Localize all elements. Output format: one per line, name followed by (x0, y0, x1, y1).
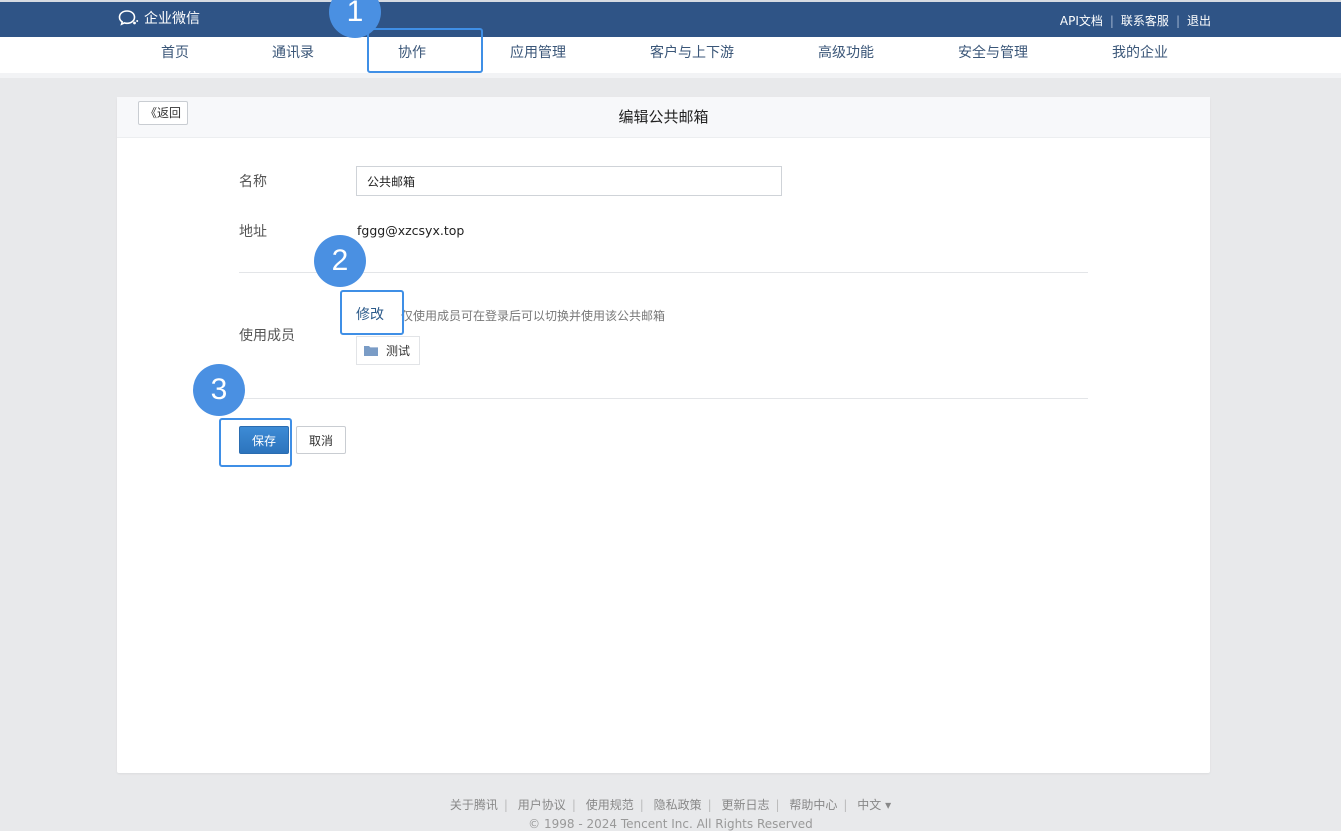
step-badge-3: 3 (193, 364, 245, 416)
separator: | (571, 798, 576, 812)
contact-support-link[interactable]: 联系客服 (1121, 12, 1169, 29)
nav-app-management[interactable]: 应用管理 (510, 37, 566, 73)
page-title: 编辑公共邮箱 (618, 108, 709, 126)
nav-my-company[interactable]: 我的企业 (1112, 37, 1168, 73)
nav-advanced[interactable]: 高级功能 (818, 37, 874, 73)
footer-privacy-link[interactable]: 隐私政策 (654, 798, 702, 812)
logout-link[interactable]: 退出 (1187, 12, 1211, 29)
members-label: 使用成员 (239, 328, 295, 344)
footer-rules-link[interactable]: 使用规范 (586, 798, 634, 812)
top-links: API文档 | 联系客服 | 退出 (1060, 12, 1211, 29)
separator: | (639, 798, 644, 812)
divider (239, 398, 1088, 399)
separator: | (775, 798, 780, 812)
name-input[interactable] (356, 166, 782, 196)
members-hint: 仅使用成员可在登录后可以切换并使用该公共邮箱 (401, 309, 666, 323)
name-label: 名称 (239, 174, 267, 190)
folder-icon (364, 346, 378, 356)
wecom-logo-icon (118, 10, 139, 26)
logo[interactable]: 企业微信 (118, 7, 200, 29)
card-header: 《返回 编辑公共邮箱 (117, 97, 1210, 138)
address-label: 地址 (239, 224, 267, 240)
member-tag[interactable]: 测试 (356, 336, 420, 365)
footer-about-link[interactable]: 关于腾讯 (450, 798, 498, 812)
nav-customers[interactable]: 客户与上下游 (650, 37, 734, 73)
highlight-collaboration (367, 28, 483, 73)
member-tag-label: 测试 (386, 344, 411, 358)
logo-text: 企业微信 (144, 11, 200, 27)
top-bar: 企业微信 API文档 | 联系客服 | 退出 (0, 0, 1341, 37)
cancel-button[interactable]: 取消 (296, 426, 346, 454)
separator: | (503, 798, 508, 812)
separator: | (843, 798, 848, 812)
step-badge-2: 2 (314, 235, 366, 287)
divider (239, 272, 1088, 273)
separator: | (1109, 13, 1114, 28)
language-selector[interactable]: 中文 ▾ (857, 798, 891, 812)
copyright: © 1998 - 2024 Tencent Inc. All Rights Re… (528, 817, 813, 831)
nav-home[interactable]: 首页 (161, 37, 189, 73)
footer-help-link[interactable]: 帮助中心 (789, 798, 837, 812)
address-value: fggg@xzcsyx.top (357, 223, 465, 238)
separator: | (707, 798, 712, 812)
footer-terms-link[interactable]: 用户协议 (518, 798, 566, 812)
nav-shadow (0, 73, 1341, 78)
highlight-save (219, 418, 292, 467)
api-docs-link[interactable]: API文档 (1060, 12, 1103, 29)
separator: | (1175, 13, 1180, 28)
main-nav: 首页 通讯录 协作 应用管理 客户与上下游 高级功能 安全与管理 我的企业 (0, 37, 1341, 74)
nav-security[interactable]: 安全与管理 (958, 37, 1028, 73)
footer-changelog-link[interactable]: 更新日志 (721, 798, 769, 812)
nav-contacts[interactable]: 通讯录 (272, 37, 314, 73)
footer-links: 关于腾讯 | 用户协议 | 使用规范 | 隐私政策 | 更新日志 | 帮助中心 | 中文 ▾ (0, 796, 1341, 813)
highlight-modify (340, 290, 404, 335)
